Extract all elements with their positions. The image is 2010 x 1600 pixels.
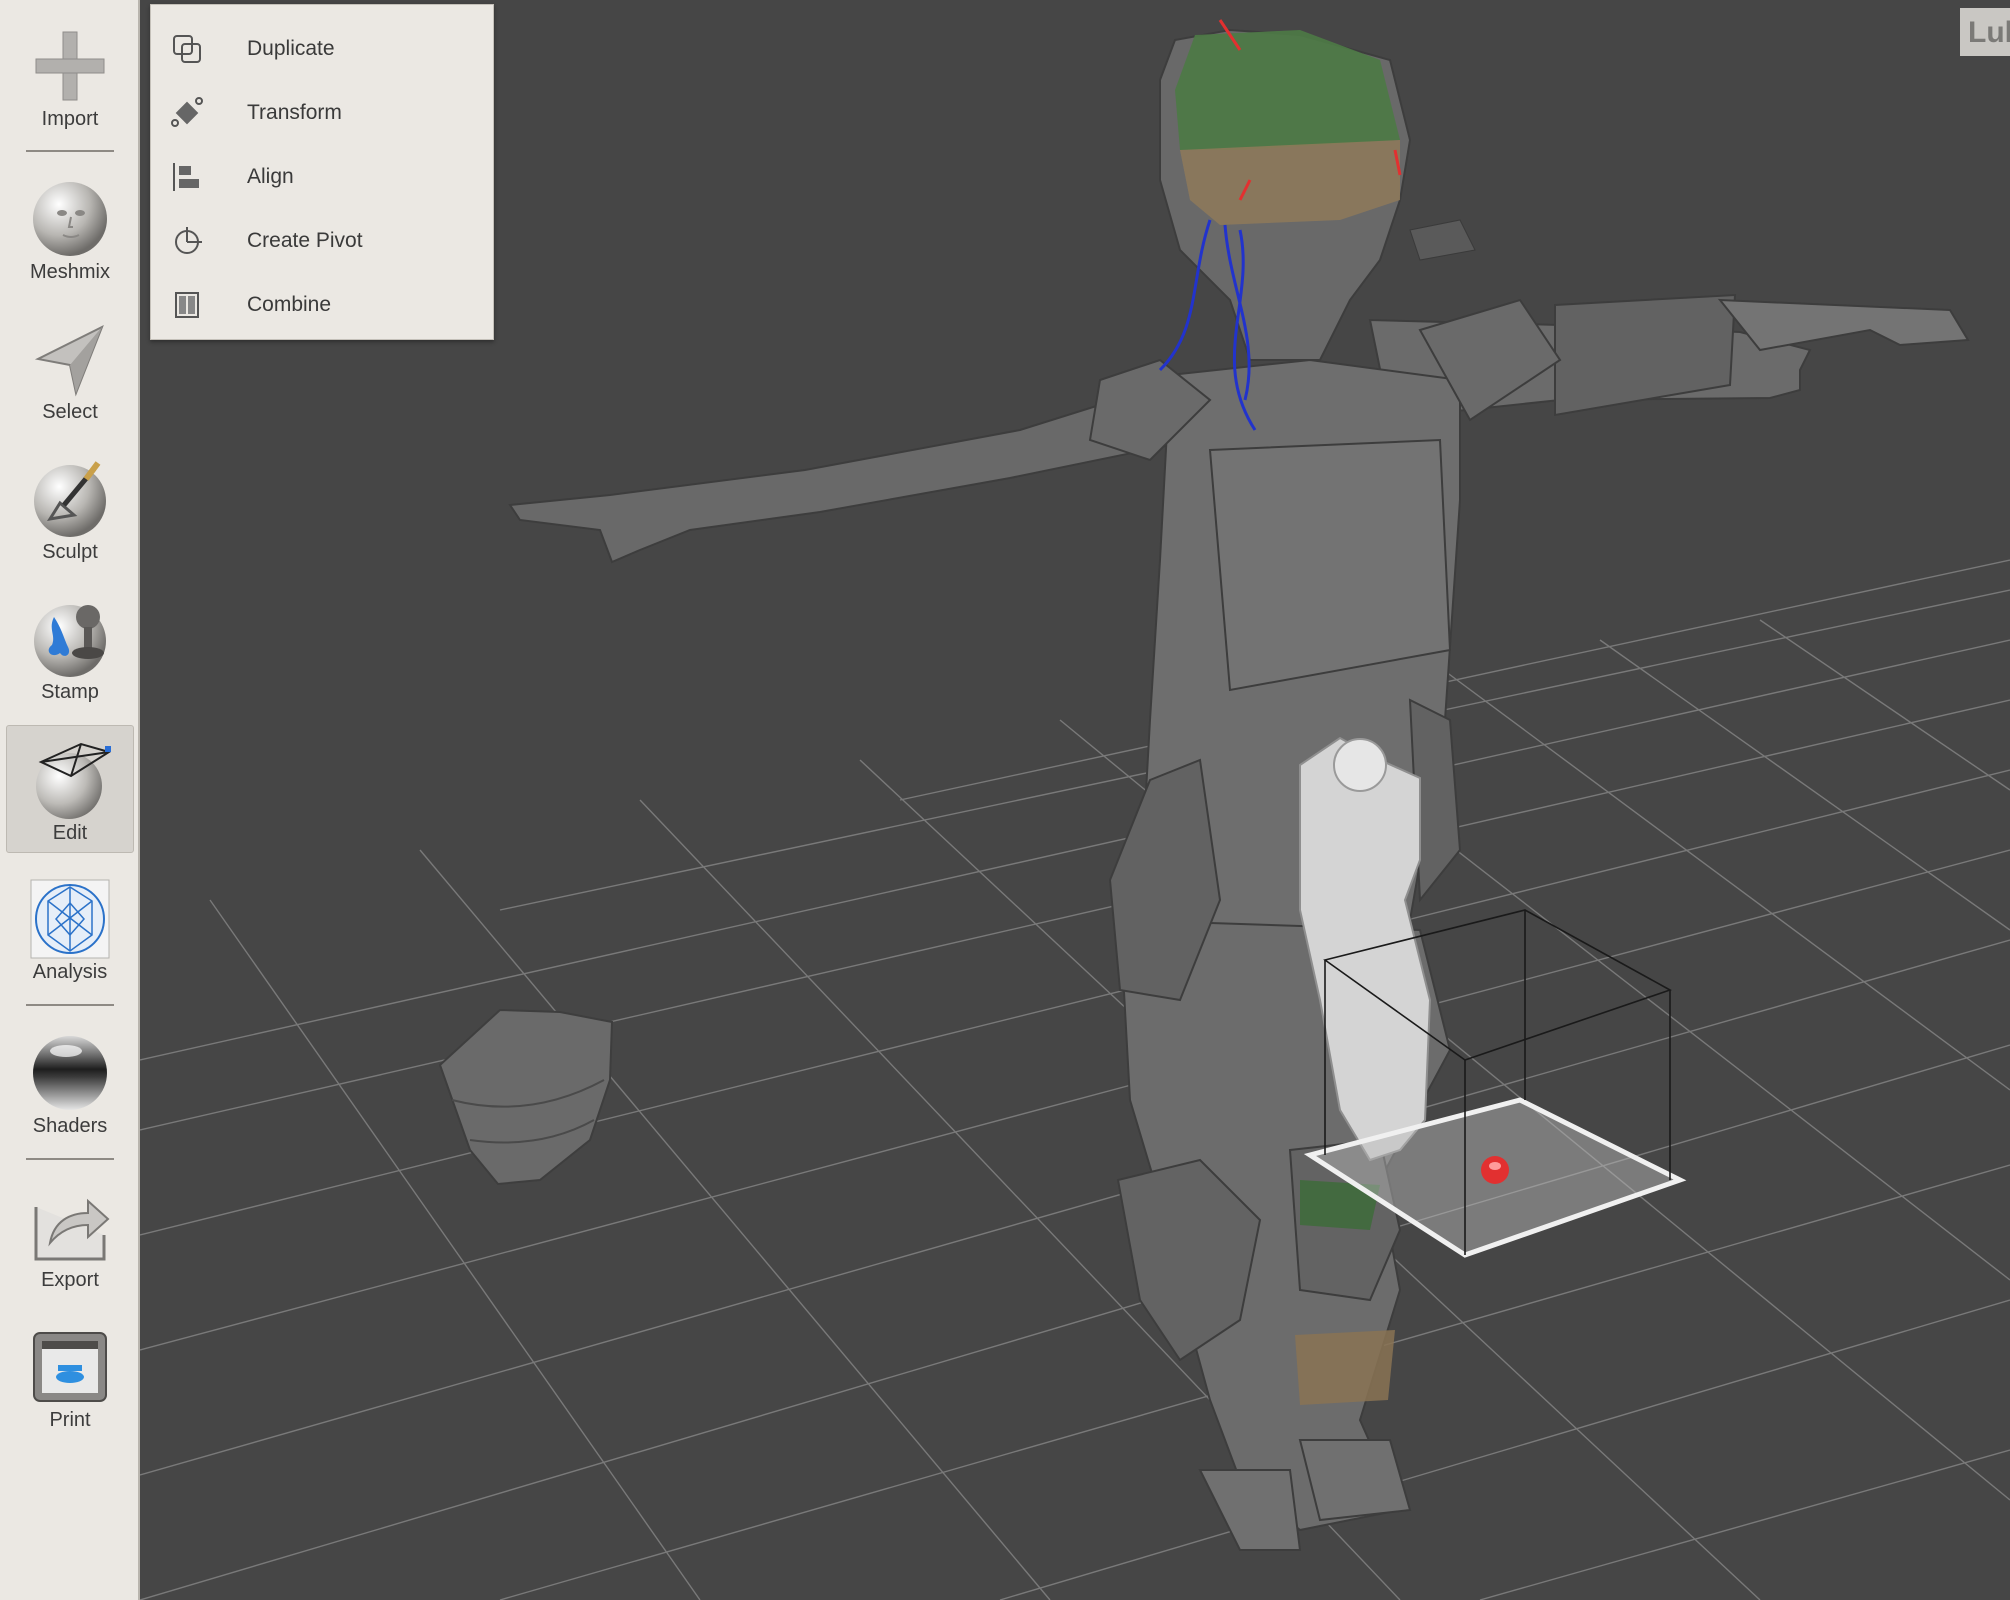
sculpt-label: Sculpt: [42, 541, 98, 563]
corner-tab-text: Lul: [1968, 16, 2010, 49]
print-button[interactable]: Print: [6, 1313, 134, 1441]
import-label: Import: [41, 108, 99, 130]
align-menu-item[interactable]: Align: [151, 145, 493, 209]
mesh-analysis-icon: [30, 879, 110, 959]
shoulder-spikes: [1409, 219, 1476, 261]
transform-menu-item[interactable]: Transform: [151, 81, 493, 145]
sidebar-divider: [26, 1158, 114, 1160]
pivot-icon: [175, 227, 202, 254]
chrome-sphere-icon: [33, 1036, 107, 1110]
combine-icon: [175, 292, 199, 318]
stamp-label: Stamp: [41, 681, 99, 703]
import-button[interactable]: Import: [6, 12, 134, 140]
export-label: Export: [41, 1269, 99, 1291]
character-model[interactable]: [508, 293, 1970, 1551]
export-arrow-icon: [34, 1198, 110, 1261]
brush-sphere-icon: [34, 461, 106, 537]
stamp-button[interactable]: Stamp: [6, 585, 134, 713]
create-pivot-label: Create Pivot: [247, 229, 363, 252]
printer-icon: [33, 1332, 107, 1402]
shaders-label: Shaders: [32, 1115, 108, 1137]
corner-panel-tab[interactable]: Lul: [1960, 8, 2010, 56]
align-icon: [173, 163, 199, 191]
sculpt-button[interactable]: Sculpt: [6, 445, 134, 573]
align-label: Align: [247, 165, 294, 188]
meshmix-label: Meshmix: [29, 261, 110, 283]
arrow-cursor-icon: [34, 324, 104, 397]
tool-sidebar: Import Meshmix Select Sculpt Stamp Edit …: [0, 0, 140, 1600]
wireframe-sphere-icon: [36, 742, 111, 819]
duplicate-icon: [173, 35, 201, 63]
meshmix-button[interactable]: Meshmix: [6, 165, 134, 293]
face-sphere-icon: [33, 182, 107, 256]
sidebar-divider: [26, 150, 114, 152]
sidebar-divider: [26, 1004, 114, 1006]
shaders-button[interactable]: Shaders: [6, 1019, 134, 1147]
edit-menu-panel: Duplicate Transform Align Create Pivot C…: [150, 4, 494, 340]
plus-icon: [35, 31, 105, 101]
floor-grid: [140, 559, 2010, 1600]
helmet[interactable]: [1159, 19, 1412, 361]
create-pivot-menu-item[interactable]: Create Pivot: [151, 209, 493, 273]
stamp-sphere-icon: [34, 605, 106, 677]
detached-armor-piece[interactable]: [438, 1008, 614, 1186]
shin-band-tan: [1295, 1330, 1395, 1405]
print-label: Print: [49, 1409, 91, 1431]
transform-label: Transform: [247, 101, 342, 124]
combine-menu-item[interactable]: Combine: [151, 273, 493, 337]
duplicate-label: Duplicate: [247, 37, 335, 60]
select-label: Select: [42, 401, 98, 423]
analysis-label: Analysis: [32, 961, 108, 983]
duplicate-menu-item[interactable]: Duplicate: [151, 17, 493, 81]
edit-label: Edit: [52, 822, 88, 844]
combine-label: Combine: [247, 293, 332, 316]
edit-button[interactable]: Edit: [6, 725, 134, 853]
export-button[interactable]: Export: [6, 1173, 134, 1301]
select-button[interactable]: Select: [6, 305, 134, 433]
analysis-button[interactable]: Analysis: [6, 865, 134, 993]
transform-icon: [171, 97, 203, 127]
